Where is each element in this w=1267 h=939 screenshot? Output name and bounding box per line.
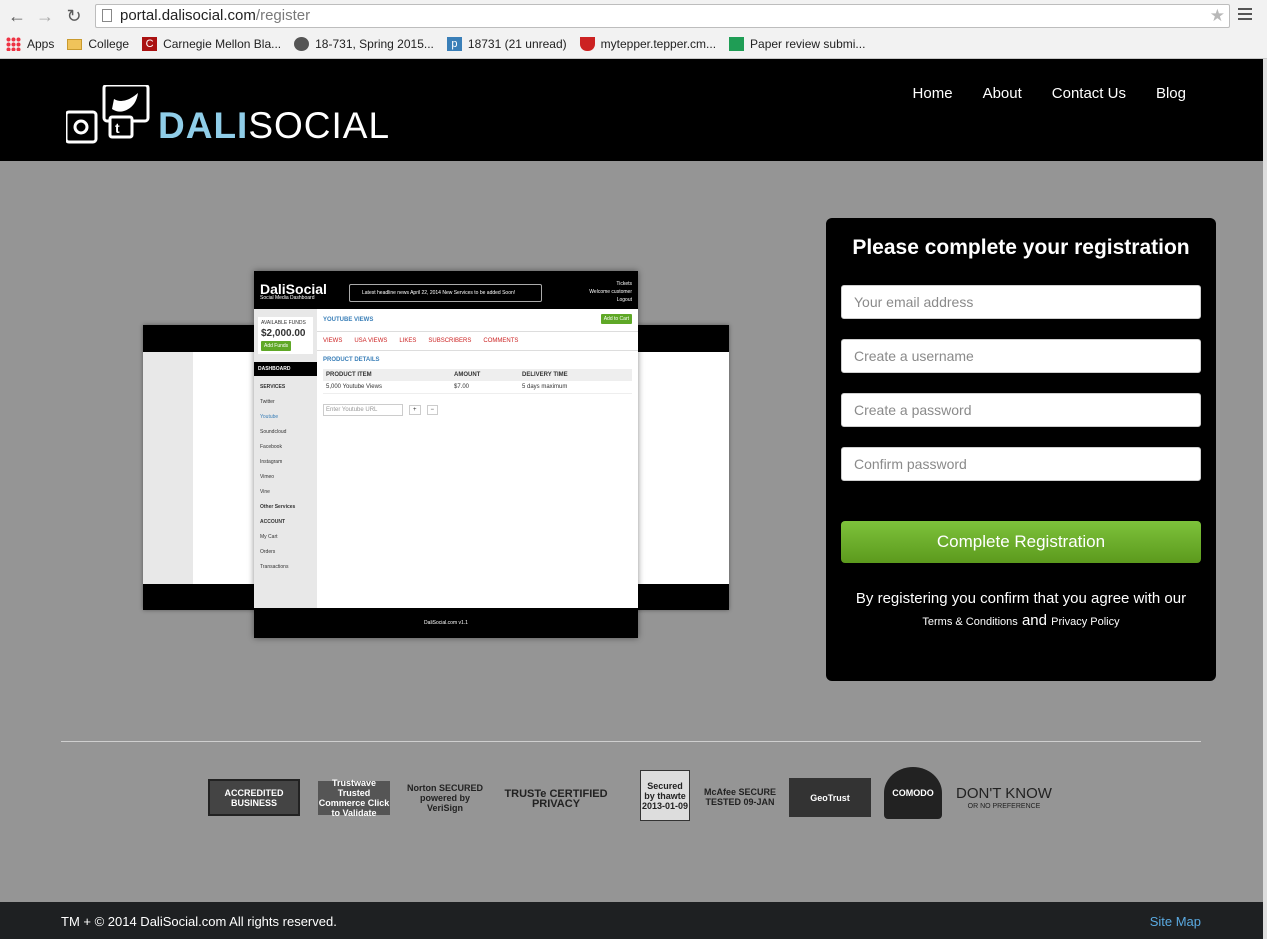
mockup-news: Latest headline news April 22, 2014 New … (349, 284, 542, 302)
logo-dali: DALI (158, 105, 249, 146)
bookmark-tepper[interactable]: mytepper.tepper.cm... (579, 37, 717, 51)
nav-blog[interactable]: Blog (1156, 85, 1186, 102)
registration-panel: Please complete your registration Comple… (826, 218, 1216, 681)
bookmark-course[interactable]: 18-731, Spring 2015... (294, 37, 434, 51)
bookmark-piazza[interactable]: p 18731 (21 unread) (446, 37, 567, 51)
bookmark-college[interactable]: College (67, 37, 129, 51)
reload-icon[interactable]: ↻ (63, 5, 85, 27)
bookmark-blackboard[interactable]: C Carnegie Mellon Bla... (142, 37, 281, 51)
terms-link[interactable]: Terms & Conditions (922, 616, 1017, 628)
social-bubbles-icon: t (66, 85, 150, 144)
bookmark-label: Carnegie Mellon Bla... (163, 37, 282, 51)
terms-note-text: By registering you confirm that you agre… (855, 590, 1187, 607)
mockup-footer: DaliSocial.com v1.1 (254, 608, 638, 638)
address-bar[interactable]: portal.dalisocial.com/register ★ (95, 4, 1230, 28)
thawte-badge[interactable]: Secured by thawte 2013-01-09 (640, 770, 690, 821)
truste-badge[interactable]: TRUSTe CERTIFIED PRIVACY (500, 783, 612, 815)
bbb-badge[interactable]: ACCREDITED BUSINESS (208, 779, 300, 816)
and-text: and (1021, 612, 1047, 629)
dashboard-mockup: DaliSocial Social Media Dashboard Latest … (254, 271, 638, 638)
back-arrow-icon[interactable]: ← (6, 5, 28, 27)
nav-contact-us[interactable]: Contact Us (1052, 85, 1126, 102)
email-field[interactable] (841, 285, 1201, 319)
trustwave-badge[interactable]: Trustwave Trusted Commerce Click to Vali… (318, 778, 390, 818)
dalisocial-logo[interactable]: t DALISOCIAL (66, 85, 389, 147)
mockup-user-menu: Tickets Welcome customer Logout (589, 281, 632, 303)
mockup-dashboard: DASHBOARD (254, 362, 317, 376)
logo-text: DALISOCIAL (158, 105, 390, 147)
geotrust-badge[interactable]: GeoTrust (789, 778, 871, 817)
sitemap-link[interactable]: Site Map (1150, 914, 1201, 929)
bookmark-label: 18731 (21 unread) (467, 37, 567, 51)
registration-terms-note: By registering you confirm that you agre… (826, 588, 1216, 633)
folder-icon (67, 38, 83, 50)
url-path: /register (255, 7, 311, 24)
norton-badge[interactable]: Norton SECURED powered by VeriSign (407, 777, 483, 819)
section-divider (61, 741, 1201, 742)
mockup-sidebar: AVAILABLE FUNDS $2,000.00 Add Funds DASH… (254, 309, 317, 608)
page-scrollbar[interactable] (1263, 59, 1267, 939)
mcafee-badge[interactable]: McAfee SECURE TESTED 09-JAN (703, 775, 777, 819)
registration-title: Please complete your registration (852, 236, 1190, 259)
browser-chrome: ← → ↻ portal.dalisocial.com/register ★ A… (0, 0, 1267, 59)
nav-about[interactable]: About (983, 85, 1022, 102)
dont-know-badge[interactable]: DON'T KNOW OR NO PREFERENCE (952, 784, 1056, 814)
forward-arrow-icon[interactable]: → (34, 5, 56, 27)
mockup-brand: DaliSocial Social Media Dashboard (260, 281, 327, 301)
nav-home[interactable]: Home (913, 85, 953, 102)
course-icon (294, 37, 310, 51)
logo-social: SOCIAL (248, 105, 391, 146)
copyright-text: TM + © 2014 DaliSocial.com All rights re… (61, 914, 337, 929)
mockup-funds: AVAILABLE FUNDS $2,000.00 Add Funds (258, 317, 313, 354)
bookmark-label: College (88, 37, 130, 51)
bookmark-label: mytepper.tepper.cm... (600, 37, 717, 51)
mockup-topbar: DaliSocial Social Media Dashboard Latest … (254, 271, 638, 309)
svg-text:t: t (115, 120, 120, 136)
site-footer: TM + © 2014 DaliSocial.com All rights re… (0, 902, 1263, 939)
bookmark-label: 18-731, Spring 2015... (315, 37, 434, 51)
url-host: portal.dalisocial.com (120, 7, 256, 24)
bookmark-paper-review[interactable]: Paper review submi... (729, 37, 865, 51)
bookmark-star-icon[interactable]: ★ (1210, 5, 1225, 27)
site-header: t DALISOCIAL Home About Contact Us Blog (0, 59, 1263, 161)
bookmark-apps[interactable]: Apps (6, 37, 54, 51)
main-nav: Home About Contact Us Blog (883, 85, 1186, 102)
page-icon (102, 9, 112, 22)
sheet-icon (729, 37, 745, 51)
mockup-services: SERVICES Twitter Youtube Soundcloud Face… (260, 384, 296, 570)
apps-grid-icon (6, 37, 21, 51)
menu-icon[interactable] (1238, 8, 1252, 22)
piazza-icon: p (446, 37, 462, 51)
mockup-main: YOUTUBE VIEWS Add to Cart VIEWS USA VIEWS… (317, 309, 638, 608)
confirm-password-field[interactable] (841, 447, 1201, 481)
tepper-icon (579, 37, 595, 51)
privacy-link[interactable]: Privacy Policy (1051, 616, 1119, 628)
bookmark-label: Apps (27, 37, 55, 51)
bookmark-label: Paper review submi... (750, 37, 866, 51)
password-field[interactable] (841, 393, 1201, 427)
bookmarks-bar: Apps College C Carnegie Mellon Bla... 18… (6, 34, 878, 54)
comodo-badge[interactable]: COMODO (884, 767, 942, 819)
complete-registration-button[interactable]: Complete Registration (841, 521, 1201, 563)
blackboard-icon: C (142, 37, 158, 51)
username-field[interactable] (841, 339, 1201, 373)
